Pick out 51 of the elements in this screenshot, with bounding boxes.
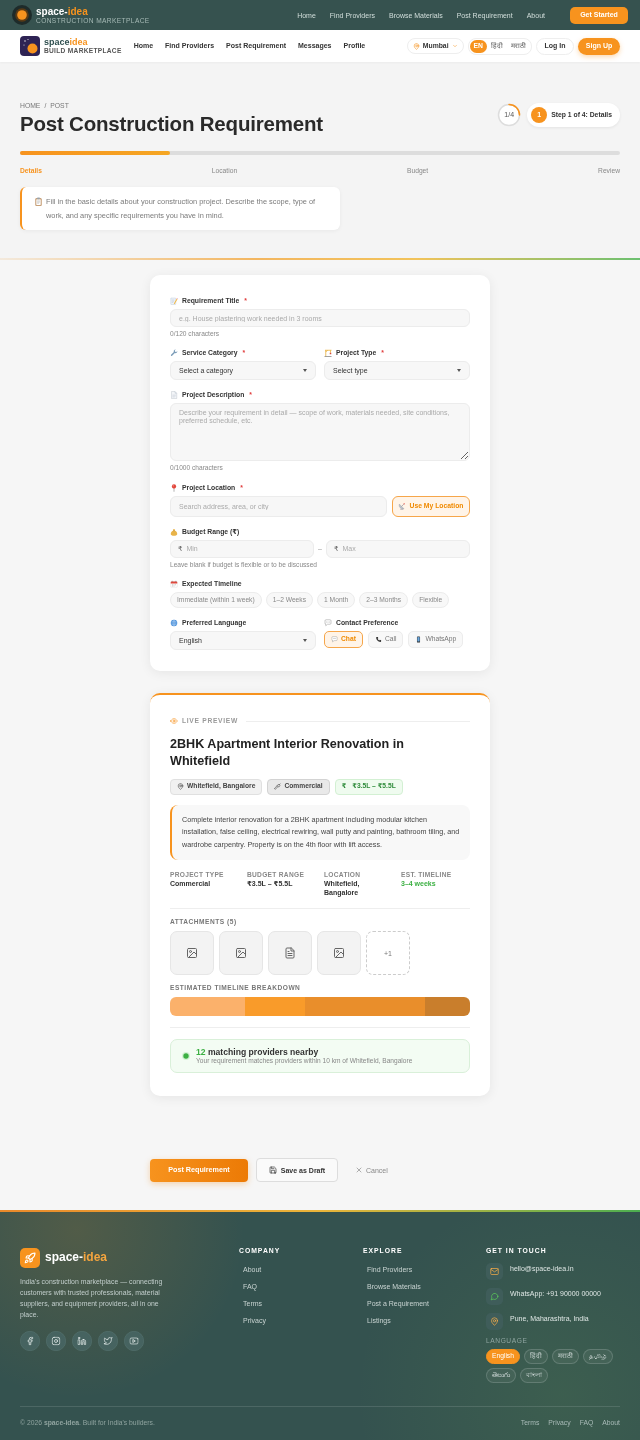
twitter-icon[interactable] <box>98 1331 118 1351</box>
map-pin-icon <box>177 783 184 791</box>
brand-name: spaceidea <box>44 37 89 47</box>
satellite-dish-icon <box>398 502 407 511</box>
attachment-thumbnail[interactable] <box>170 931 214 976</box>
close-icon <box>355 1166 363 1175</box>
hammer-icon <box>274 783 282 791</box>
document-icon <box>284 947 296 960</box>
memo-icon <box>170 297 178 305</box>
caret-icon <box>457 369 461 373</box>
map-pin-icon <box>486 1313 503 1330</box>
image-icon <box>186 947 198 960</box>
linkedin-icon[interactable] <box>72 1331 92 1351</box>
facebook-icon[interactable] <box>20 1331 40 1351</box>
youtube-icon[interactable] <box>124 1331 144 1351</box>
calendar-icon <box>170 579 178 588</box>
chat-bubble-icon <box>486 1288 503 1305</box>
status-dot-icon <box>182 1052 190 1061</box>
preview-title: 2BHK Apartment Interior Renovation in Whitefield <box>170 735 405 771</box>
image-icon <box>235 947 247 960</box>
mobile-phone-icon <box>415 636 423 644</box>
rocket-icon <box>20 1248 40 1268</box>
speech-bubble-icon <box>324 619 332 628</box>
attachment-thumbnail[interactable] <box>219 931 263 976</box>
attachment-thumbnail[interactable] <box>268 931 312 976</box>
crane-icon <box>324 349 332 358</box>
mail-icon <box>486 1263 503 1280</box>
brand-name: space-idea <box>45 1250 108 1266</box>
globe-icon <box>170 619 178 628</box>
image-icon <box>333 947 345 960</box>
attachment-thumbnail[interactable] <box>317 931 361 976</box>
wrench-icon <box>170 349 178 358</box>
caret-icon <box>303 369 307 373</box>
logo-icon <box>12 5 32 25</box>
progress-ring <box>497 103 522 127</box>
pushpin-icon <box>170 483 178 492</box>
caret-icon <box>303 639 307 643</box>
map-pin-icon <box>412 42 420 50</box>
chevron-down-icon <box>451 43 458 49</box>
match-title: 12 matching providers nearby <box>196 1047 319 1058</box>
speech-bubble-icon <box>331 636 338 644</box>
page-title: Post Construction Requirement <box>20 111 323 136</box>
document-icon <box>170 391 178 400</box>
brand-name: space-idea <box>36 5 88 17</box>
instagram-icon[interactable] <box>46 1331 66 1351</box>
phone-icon <box>374 636 382 644</box>
clipboard-icon <box>34 197 43 206</box>
eye-icon <box>170 717 178 726</box>
logo-icon <box>20 36 40 56</box>
money-bag-icon <box>170 527 178 536</box>
save-icon <box>268 1166 277 1175</box>
